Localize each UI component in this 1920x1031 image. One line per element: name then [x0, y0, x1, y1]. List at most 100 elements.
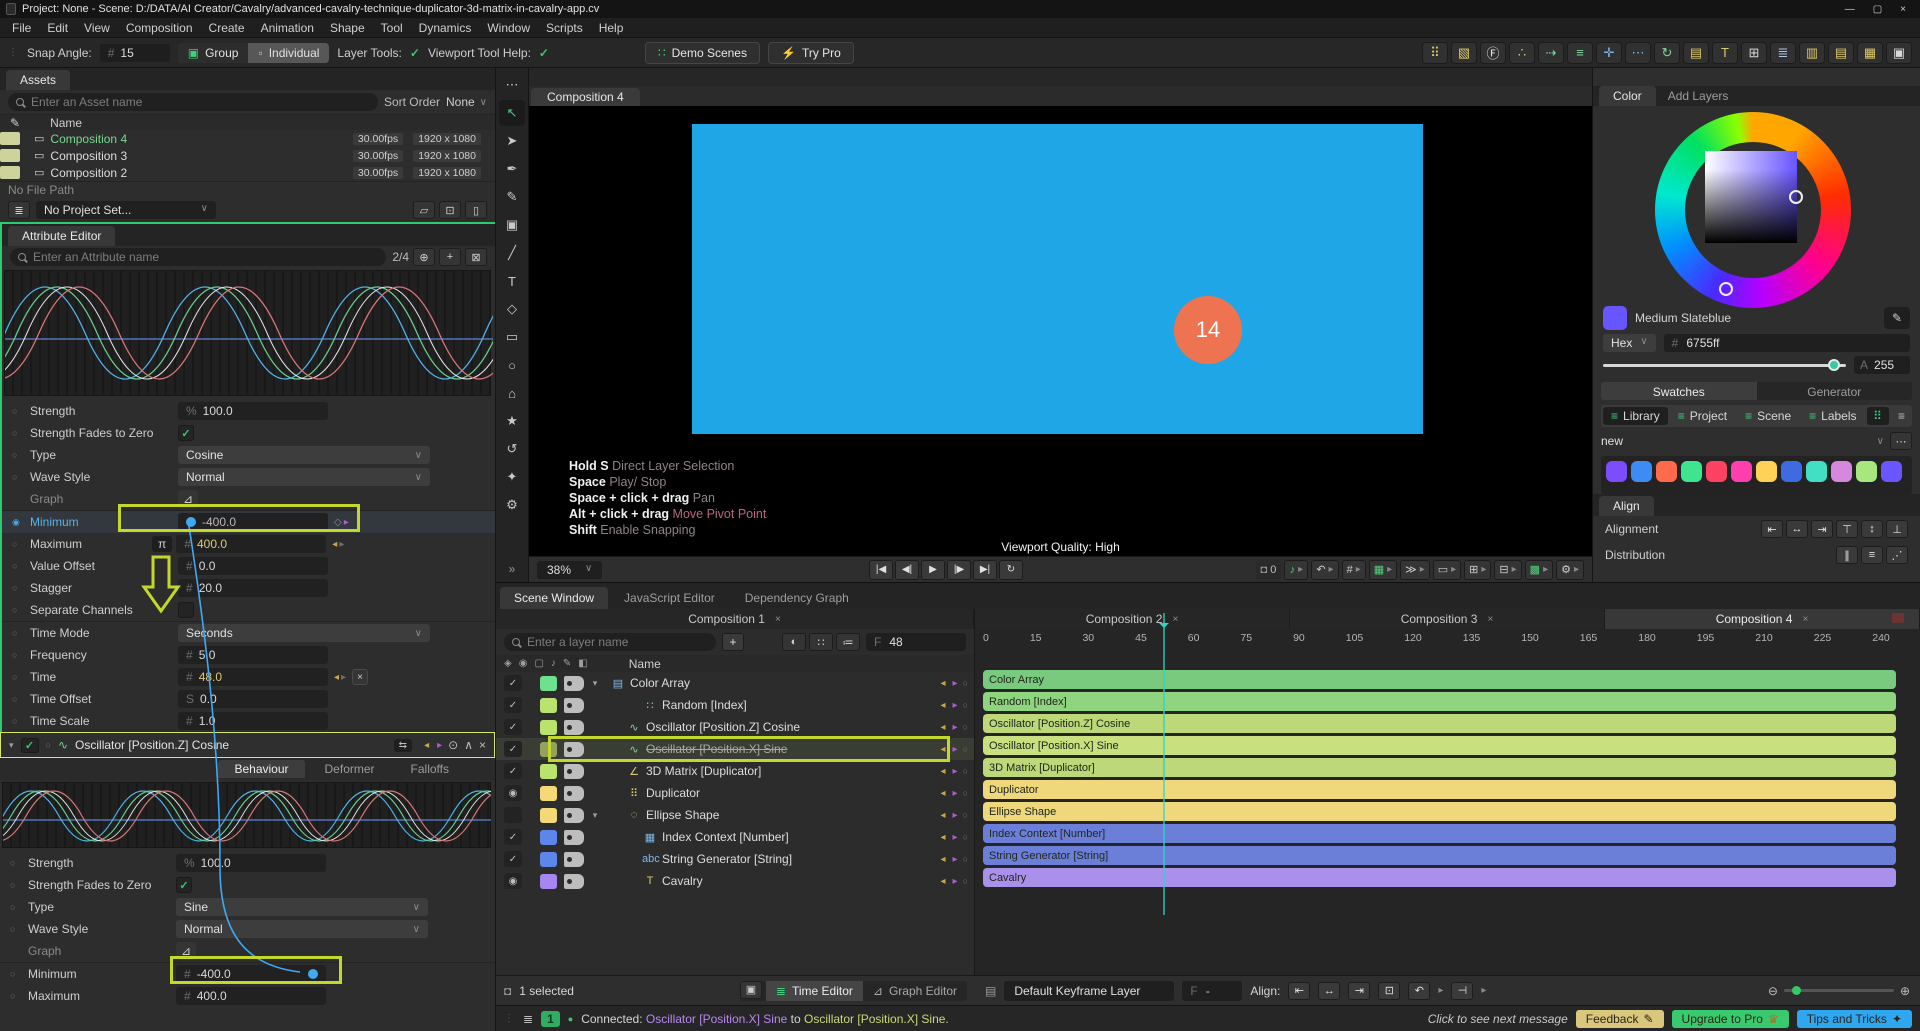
layer-duration-bar[interactable]: Cavalry [983, 868, 1896, 887]
ease-curve-button[interactable]: ↶ [1408, 981, 1431, 1000]
keyframe-radio[interactable] [12, 428, 30, 438]
io-icon[interactable]: ⇆ [393, 738, 413, 752]
layer-search[interactable] [504, 633, 716, 651]
menu-item[interactable]: Scripts [538, 19, 591, 37]
distribution-button[interactable]: ≡ [1861, 546, 1883, 564]
layer-duration-bar[interactable]: 3D Matrix [Duplicator] [983, 758, 1896, 777]
composition-tab[interactable]: Composition 1 × [496, 609, 974, 629]
behaviour-tab[interactable]: Deformer [309, 760, 391, 778]
layer-color-swatch[interactable] [540, 697, 557, 713]
time-offset-field[interactable]: S 0.0 [178, 690, 328, 708]
visibility-toggle[interactable]: ✓ [504, 719, 522, 735]
try-pro-button[interactable]: ⚡ Try Pro [767, 41, 854, 64]
layer-tools-check-icon[interactable]: ✓ [410, 46, 420, 60]
maximum-field-2[interactable]: #400.0 [176, 987, 326, 1005]
loop-circle-icon[interactable]: ○ [963, 678, 968, 688]
keyframe-radio[interactable] [10, 902, 28, 912]
loop-circle-icon[interactable]: ○ [963, 788, 968, 798]
align-keys-center-button[interactable]: ↔ [1318, 981, 1341, 1000]
frequency-field[interactable]: #5.0 [178, 646, 328, 664]
fades-checkbox-2[interactable]: ✓ [176, 877, 192, 893]
color-swatch[interactable] [1631, 461, 1652, 482]
statusbar-grip[interactable]: ⋮ [504, 1013, 515, 1024]
keyframe-radio[interactable] [10, 969, 28, 979]
align-keys-box-button[interactable]: ⊡ [1378, 981, 1401, 1000]
toolbar-icon-button[interactable]: ⊞ [1741, 41, 1767, 64]
menu-item[interactable]: Create [201, 19, 253, 37]
loop-circle-icon[interactable]: ○ [963, 876, 968, 886]
layer-color-swatch[interactable] [540, 807, 557, 823]
tool-button[interactable]: T [499, 268, 525, 294]
layer-duration-bar[interactable]: String Generator [String] [983, 846, 1896, 865]
tool-button[interactable]: ➤ [499, 128, 525, 154]
toolbar-icon-button[interactable]: ⠿ [1422, 41, 1448, 64]
filter-icon-button[interactable]: ∷ [809, 633, 833, 651]
next-keyframe-icon[interactable]: ▸ [341, 672, 346, 683]
asset-row[interactable]: ▭ Composition 4 30.00fps 1920 x 1080 [0, 130, 495, 147]
alignment-button[interactable]: ⊤ [1836, 520, 1858, 538]
loop-circle-icon[interactable]: ○ [963, 744, 968, 754]
asset-search[interactable] [8, 93, 378, 111]
viewport-help-check-icon[interactable]: ✓ [539, 46, 549, 60]
tool-button[interactable]: ✦ [499, 464, 525, 490]
demo-scenes-button[interactable]: ∷ Demo Scenes [644, 41, 760, 64]
viewport-control-button[interactable]: ⚙ ▸ [1556, 559, 1584, 580]
prev-keyframe-icon[interactable]: ◂ [941, 876, 946, 887]
layer-duration-bar[interactable]: Color Array [983, 670, 1896, 689]
column-header-icon[interactable]: ✎ [563, 658, 571, 669]
toolbar-icon-button[interactable]: ∴ [1509, 41, 1535, 64]
layer-row[interactable]: ✓ ▦ Index Context [Number] ◂ ▸ ○ [496, 826, 974, 848]
toolbar-icon-button[interactable]: ▧ [1451, 41, 1477, 64]
keyframe-radio[interactable] [10, 880, 28, 890]
toolbar-icon-button[interactable]: ▤ [1683, 41, 1709, 64]
swatch-source-button[interactable]: ≡ Project [1670, 407, 1735, 425]
viewport-zoom-dropdown[interactable]: 38% ∨ [537, 560, 603, 579]
keyframe-radio[interactable] [12, 517, 30, 528]
color-wheel[interactable] [1593, 106, 1920, 308]
layer-row[interactable]: ✓ ∿ Oscillator [Position.Z] Cosine ◂ ▸ ○ [496, 716, 974, 738]
toolbar-icon-button[interactable]: ↻ [1654, 41, 1680, 64]
alignment-button[interactable]: ⇥ [1811, 520, 1833, 538]
maximum-field[interactable]: #400.0 [176, 535, 327, 553]
toolbar-icon-button[interactable]: ▥ [1799, 41, 1825, 64]
menu-item[interactable]: Help [591, 19, 632, 37]
loop-circle-icon[interactable]: ○ [963, 766, 968, 776]
behaviour-tab[interactable]: Behaviour [218, 760, 305, 778]
alpha-slider[interactable] [1603, 358, 1846, 371]
layer-color-swatch[interactable] [540, 719, 557, 735]
value-offset-field[interactable]: #0.0 [178, 557, 328, 575]
viewport-control-button[interactable]: ▦ ▸ [1368, 559, 1398, 580]
keyframe-diamond-icon[interactable]: ◇ [334, 517, 342, 528]
layer-row[interactable]: ✓ ∿ Oscillator [Position.X] Sine ◂ ▸ ○ [496, 736, 974, 762]
zoom-out-icon[interactable]: ⊖ [1768, 984, 1778, 998]
swatch-source-button[interactable]: ≡ Scene [1737, 407, 1799, 425]
next-keyframe-icon[interactable]: ▸ [953, 744, 958, 755]
toolbar-icon-button[interactable]: ▣ [1886, 41, 1912, 64]
composition-tab[interactable]: Composition 3 × [1290, 609, 1605, 629]
tag-icon[interactable] [564, 851, 584, 867]
add-layer-button[interactable]: + [722, 633, 744, 651]
saturation-value-square[interactable] [1705, 151, 1797, 243]
zoom-slider-handle[interactable] [1791, 986, 1801, 995]
minimize-button[interactable]: — [1845, 4, 1855, 15]
layer-color-swatch[interactable] [540, 763, 557, 779]
visibility-toggle[interactable] [504, 807, 522, 823]
alignment-button[interactable]: ↔ [1786, 520, 1808, 538]
viewport-control-button[interactable]: ↶ ▸ [1311, 559, 1339, 580]
menu-item[interactable]: Window [479, 19, 538, 37]
filter-icon-button[interactable]: ≔ [836, 633, 860, 651]
graph-editor-toggle[interactable]: ⊿ Graph Editor [863, 981, 967, 1001]
frame-offset-field[interactable]: F- [1182, 980, 1243, 1001]
viewport-control-button[interactable]: ▭ ▸ [1432, 559, 1462, 580]
color-swatch[interactable] [1806, 461, 1827, 482]
maximize-button[interactable]: ▢ [1873, 4, 1882, 15]
folder-icon[interactable]: ▱ [413, 201, 435, 219]
color-swatch[interactable] [1856, 461, 1877, 482]
color-swatch[interactable] [1731, 461, 1752, 482]
layer-color-swatch[interactable] [540, 675, 557, 691]
color-swatch[interactable] [1656, 461, 1677, 482]
detach-icon[interactable]: ▯ [465, 201, 487, 219]
tool-button[interactable]: ★ [499, 408, 525, 434]
graph-button[interactable]: ⊿ [178, 490, 198, 508]
layer-row[interactable]: ✓ abc String Generator [String] ◂ ▸ ○ [496, 848, 974, 870]
